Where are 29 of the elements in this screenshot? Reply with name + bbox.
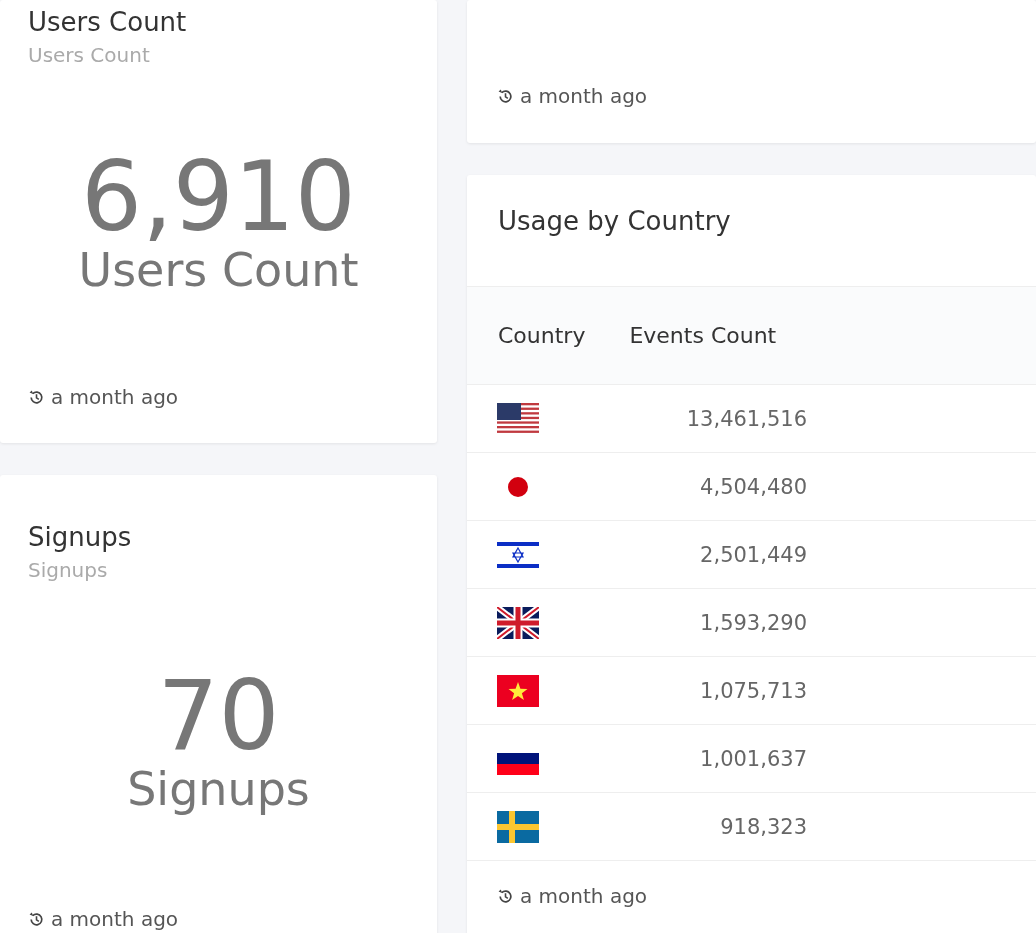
counter-label: Signups	[127, 763, 310, 814]
history-icon	[28, 910, 45, 928]
updated-time: a month ago	[51, 385, 179, 409]
column-header: Events Count	[629, 323, 777, 348]
updated-time: a month ago	[520, 884, 648, 908]
widget-title: Users Count	[28, 6, 188, 39]
updated-time: a month ago	[51, 907, 179, 931]
table-cell-text: 4,504,480	[699, 474, 807, 499]
flag-icon	[497, 810, 539, 843]
widget-subtitle: Signups	[28, 558, 109, 582]
table-cell-text: 1,001,637	[699, 746, 807, 771]
table-cell-text: 918,323	[719, 814, 807, 839]
counter-label: Users Count	[78, 245, 359, 295]
flag-icon	[497, 606, 539, 639]
table-cell-text: 1,593,290	[699, 610, 807, 635]
counter-value: 6,910	[81, 149, 356, 245]
flag-icon	[497, 402, 539, 435]
updated-time: a month ago	[520, 84, 648, 108]
history-icon	[497, 887, 514, 905]
flag-icon	[497, 674, 539, 707]
history-icon	[28, 388, 45, 406]
history-icon	[497, 87, 514, 105]
counter-value: 70	[157, 667, 280, 764]
widget-title: Signups	[28, 521, 133, 554]
table-cell-text: 1,075,713	[699, 678, 807, 703]
table-cell-text: 2,501,449	[699, 542, 807, 567]
column-header: Country	[498, 323, 586, 348]
widget-subtitle: Users Count	[28, 43, 151, 67]
table-cell-text: 13,461,516	[685, 406, 807, 431]
